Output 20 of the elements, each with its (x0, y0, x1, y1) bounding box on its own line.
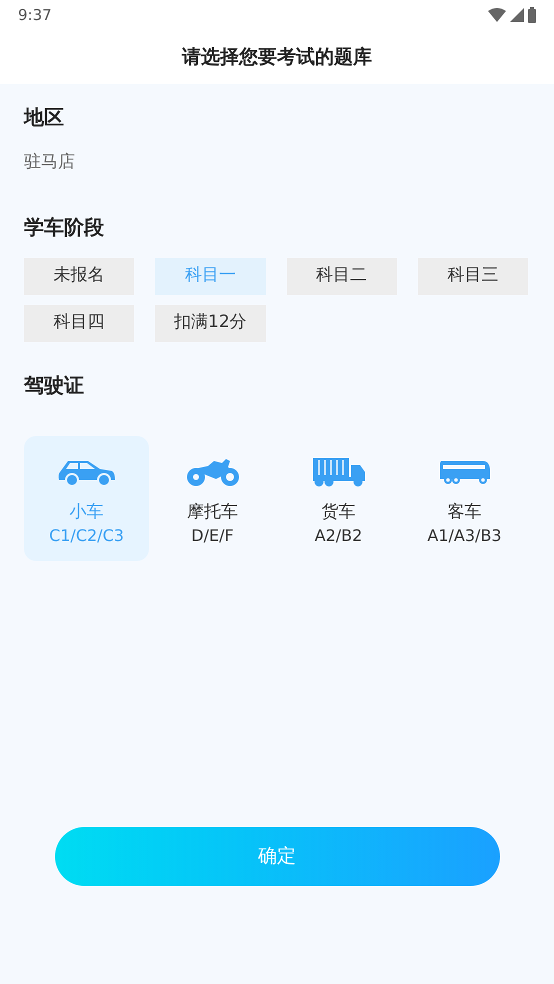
stage-option[interactable]: 科目三 (418, 258, 528, 294)
signal-icon (510, 8, 524, 22)
wifi-icon (488, 8, 506, 22)
section-heading: 学车阶段 (24, 214, 105, 240)
truck-icon (312, 456, 366, 486)
motorcycle-icon (186, 456, 240, 486)
section-heading: 地区 (24, 104, 65, 131)
stage-option[interactable]: 未报名 (24, 258, 134, 294)
license-option[interactable]: 摩托车 D/E/F (150, 436, 275, 560)
stage-option[interactable]: 扣满12分 (155, 304, 266, 342)
page-title: 请选择您要考试的题库 (182, 44, 372, 70)
stage-option[interactable]: 科目二 (286, 258, 397, 294)
license-option[interactable]: 货车 A2/B2 (276, 436, 401, 560)
region-value[interactable]: 驻马店 (24, 150, 75, 176)
stage-option[interactable]: 科目四 (24, 304, 134, 342)
bus-icon (438, 458, 490, 484)
battery-icon (528, 7, 536, 23)
status-time: 9:37 (18, 4, 52, 26)
license-option[interactable]: 客车 A1/A3/B3 (402, 436, 527, 560)
section-heading: 驾驶证 (24, 372, 85, 398)
